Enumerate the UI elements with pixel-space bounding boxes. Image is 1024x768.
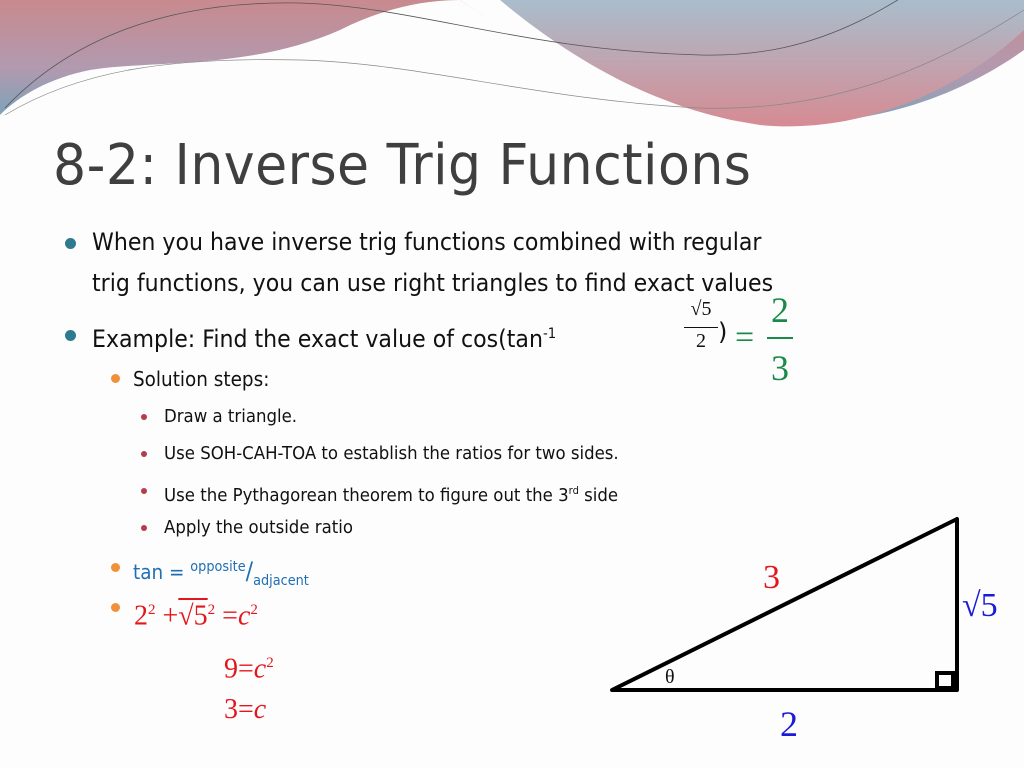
- triangle-shape: [610, 517, 959, 692]
- angle-theta-label: θ: [665, 666, 675, 688]
- right-triangle-diagram: [610, 517, 959, 692]
- adjacent-label: 2: [780, 704, 798, 744]
- opposite-label: √5: [962, 587, 998, 624]
- right-angle-marker: [935, 671, 955, 690]
- hypotenuse-label: 3: [763, 559, 780, 596]
